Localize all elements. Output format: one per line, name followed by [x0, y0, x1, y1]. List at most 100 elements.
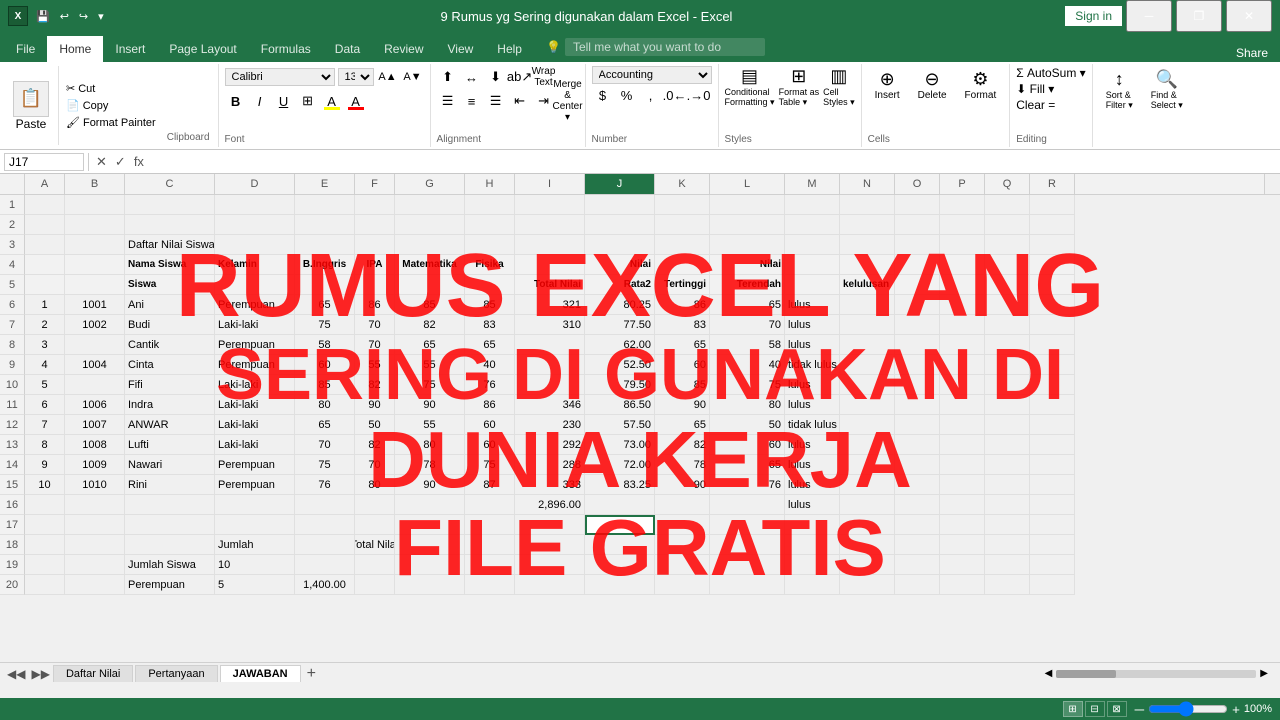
cell-1-P[interactable]	[940, 195, 985, 215]
redo-button[interactable]: ↪	[75, 8, 92, 25]
align-top-button[interactable]: ⬆	[437, 66, 459, 88]
cell-7-P[interactable]	[940, 315, 985, 335]
cell-4-C[interactable]: Nama Siswa	[125, 255, 215, 275]
underline-button[interactable]: U	[273, 90, 295, 112]
cell-13-F[interactable]: 82	[355, 435, 395, 455]
cell-7-Q[interactable]	[985, 315, 1030, 335]
cell-4-A[interactable]	[25, 255, 65, 275]
col-header-L[interactable]: L	[710, 174, 785, 194]
insert-function-button[interactable]: fx	[131, 154, 147, 169]
cell-12-F[interactable]: 50	[355, 415, 395, 435]
col-header-O[interactable]: O	[895, 174, 940, 194]
angle-text-button[interactable]: ab↗	[509, 66, 531, 88]
cell-5-H[interactable]	[465, 275, 515, 295]
col-header-B[interactable]: B	[65, 174, 125, 194]
align-right-button[interactable]: ☰	[485, 90, 507, 112]
cell-7-B[interactable]: 1002	[65, 315, 125, 335]
cell-20-R[interactable]	[1030, 575, 1075, 595]
cell-17-H[interactable]	[465, 515, 515, 535]
cell-7-K[interactable]: 83	[655, 315, 710, 335]
cell-15-L[interactable]: 76	[710, 475, 785, 495]
cell-7-A[interactable]: 2	[25, 315, 65, 335]
cell-7-E[interactable]: 75	[295, 315, 355, 335]
cell-16-L[interactable]	[710, 495, 785, 515]
cell-10-M[interactable]: lulus	[785, 375, 840, 395]
cell-5-O[interactable]	[895, 275, 940, 295]
cell-20-M[interactable]	[785, 575, 840, 595]
cell-12-R[interactable]	[1030, 415, 1075, 435]
cell-8-N[interactable]	[840, 335, 895, 355]
cell-5-P[interactable]	[940, 275, 985, 295]
row-number-7[interactable]: 7	[0, 315, 25, 335]
horizontal-scrollbar[interactable]	[1056, 670, 1256, 678]
cell-13-J[interactable]: 73.00	[585, 435, 655, 455]
cell-6-D[interactable]: Perempuan	[215, 295, 295, 315]
cell-16-A[interactable]	[25, 495, 65, 515]
row-number-2[interactable]: 2	[0, 215, 25, 235]
cell-8-C[interactable]: Cantik	[125, 335, 215, 355]
decrease-indent-button[interactable]: ⇤	[509, 90, 531, 112]
cell-9-L[interactable]: 40	[710, 355, 785, 375]
cell-6-K[interactable]: 86	[655, 295, 710, 315]
cell-9-I[interactable]	[515, 355, 585, 375]
cell-10-N[interactable]	[840, 375, 895, 395]
increase-decimal-button[interactable]: .→0	[688, 84, 710, 106]
cell-19-R[interactable]	[1030, 555, 1075, 575]
cell-2-M[interactable]	[785, 215, 840, 235]
cell-8-O[interactable]	[895, 335, 940, 355]
border-button[interactable]: ⊞	[297, 90, 319, 112]
cell-15-M[interactable]: lulus	[785, 475, 840, 495]
customize-button[interactable]: ▾	[94, 8, 108, 25]
cut-button[interactable]: ✂ Cut	[63, 81, 159, 96]
cell-14-Q[interactable]	[985, 455, 1030, 475]
cell-11-M[interactable]: lulus	[785, 395, 840, 415]
cell-14-N[interactable]	[840, 455, 895, 475]
cell-6-F[interactable]: 86	[355, 295, 395, 315]
cell-5-D[interactable]	[215, 275, 295, 295]
cell-8-M[interactable]: lulus	[785, 335, 840, 355]
cell-19-I[interactable]	[515, 555, 585, 575]
horizontal-scroll-right[interactable]: ▶	[1260, 668, 1268, 679]
cell-5-B[interactable]	[65, 275, 125, 295]
cell-12-E[interactable]: 65	[295, 415, 355, 435]
cell-14-L[interactable]: 65	[710, 455, 785, 475]
cell-5-J[interactable]: Rata2	[585, 275, 655, 295]
cell-14-A[interactable]: 9	[25, 455, 65, 475]
cell-11-D[interactable]: Laki-laki	[215, 395, 295, 415]
cell-16-E[interactable]	[295, 495, 355, 515]
cell-11-K[interactable]: 90	[655, 395, 710, 415]
percent-button[interactable]: %	[616, 84, 638, 106]
zoom-slider[interactable]	[1148, 701, 1228, 717]
cell-17-M[interactable]	[785, 515, 840, 535]
cell-1-N[interactable]	[840, 195, 895, 215]
cell-4-K[interactable]	[655, 255, 710, 275]
cell-11-Q[interactable]	[985, 395, 1030, 415]
cell-18-C[interactable]	[125, 535, 215, 555]
cell-11-P[interactable]	[940, 395, 985, 415]
cell-10-R[interactable]	[1030, 375, 1075, 395]
cell-6-N[interactable]	[840, 295, 895, 315]
cell-4-D[interactable]: Kelamin	[215, 255, 295, 275]
cell-1-L[interactable]	[710, 195, 785, 215]
cell-12-J[interactable]: 57.50	[585, 415, 655, 435]
cell-4-E[interactable]: B.Inggris	[295, 255, 355, 275]
clear-button[interactable]: Clear =	[1016, 98, 1085, 112]
cell-3-P[interactable]	[940, 235, 985, 255]
cell-19-L[interactable]	[710, 555, 785, 575]
cell-2-Q[interactable]	[985, 215, 1030, 235]
cell-17-C[interactable]	[125, 515, 215, 535]
tell-me-input[interactable]	[565, 38, 765, 56]
italic-button[interactable]: I	[249, 90, 271, 112]
cell-13-G[interactable]: 80	[395, 435, 465, 455]
cell-20-K[interactable]	[655, 575, 710, 595]
cell-9-Q[interactable]	[985, 355, 1030, 375]
cell-8-L[interactable]: 58	[710, 335, 785, 355]
cell-11-N[interactable]	[840, 395, 895, 415]
cell-15-J[interactable]: 83.25	[585, 475, 655, 495]
cell-8-F[interactable]: 70	[355, 335, 395, 355]
cell-14-R[interactable]	[1030, 455, 1075, 475]
cell-17-N[interactable]	[840, 515, 895, 535]
cell-11-B[interactable]: 1006	[65, 395, 125, 415]
cell-1-A[interactable]	[25, 195, 65, 215]
cell-10-H[interactable]: 76	[465, 375, 515, 395]
